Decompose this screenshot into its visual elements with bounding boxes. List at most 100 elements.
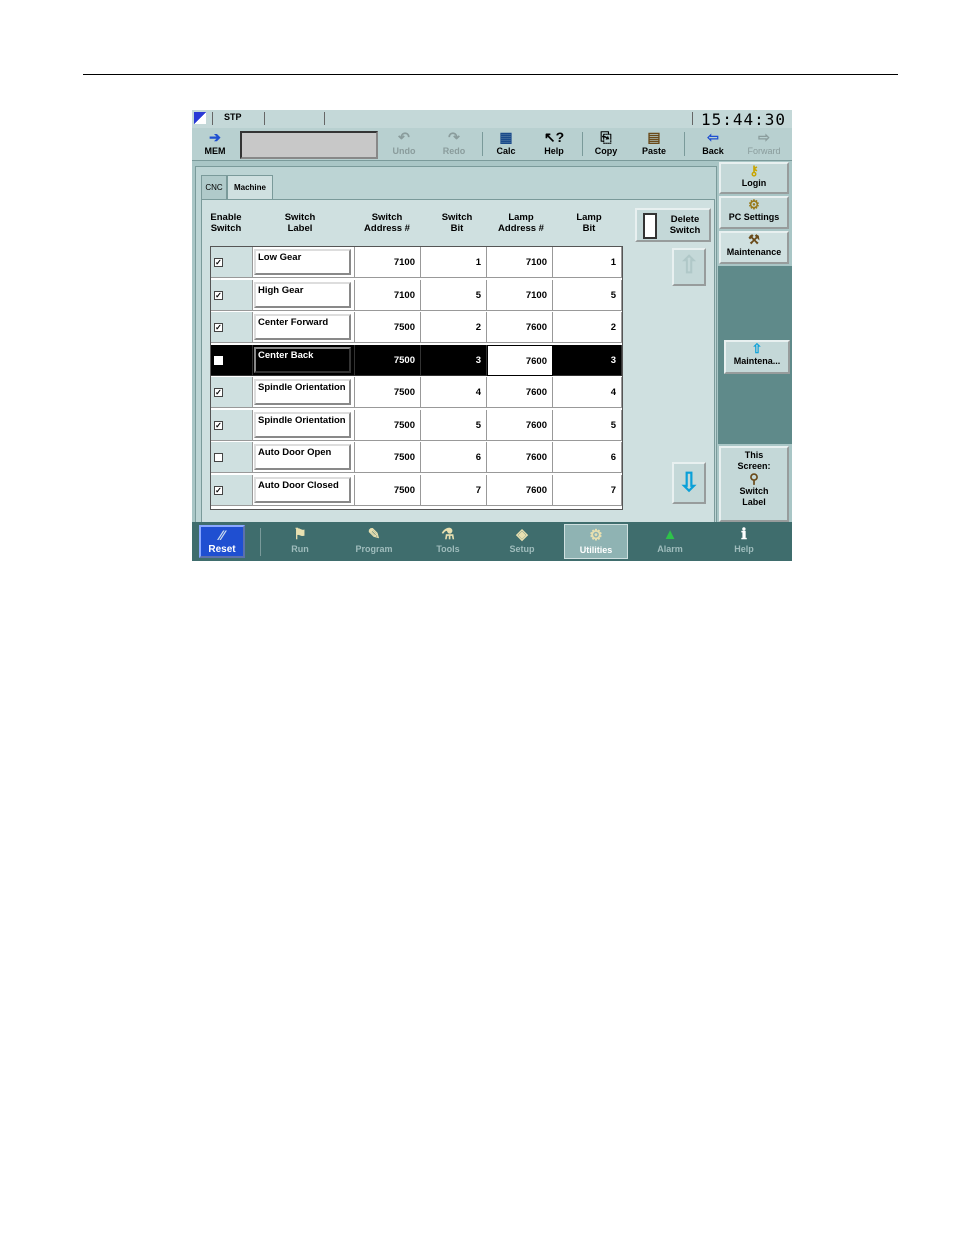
lamp-bit-cell[interactable]: 4 [553,377,622,408]
switch-label-cell[interactable]: Center Forward [253,312,355,343]
nav-item-alarm[interactable]: ▲ Alarm [638,524,702,559]
bit-cell[interactable]: 5 [421,279,487,311]
bit-cell[interactable]: 2 [421,312,487,343]
back-button[interactable]: ⇦ Back [692,129,734,159]
nav-item-tools[interactable]: ⚗ Tools [416,524,480,559]
lamp-address-cell[interactable]: 7600 [487,377,553,408]
address-cell[interactable]: 7500 [355,409,421,441]
enable-checkbox[interactable]: ✓ [214,485,223,495]
login-button[interactable]: ⚷ Login [719,162,789,194]
switch-label-field[interactable]: Low Gear [254,249,351,275]
lamp-bit-cell[interactable]: 3 [553,344,622,376]
switch-label-field[interactable]: Center Back [254,346,351,373]
tab-cnc[interactable]: CNC [201,175,227,200]
table-row[interactable]: ✓ High Gear 7100 5 7100 5 [211,279,622,312]
up-arrow-icon: ⇧ [751,341,763,356]
table-row[interactable]: ✓ Center Forward 7500 2 7600 2 [211,312,622,344]
switch-label-cell[interactable]: High Gear [253,279,355,311]
header-enable-switch: Enable Switch [208,212,244,234]
nav-item-program[interactable]: ✎ Program [342,524,406,559]
maintena-button[interactable]: ⇧ Maintena... [724,340,790,374]
switch-label-cell[interactable]: Auto Door Open [253,442,355,473]
status-divider [212,112,213,125]
bit-cell[interactable]: 4 [421,377,487,408]
address-cell[interactable]: 7100 [355,247,421,278]
nav-item-run[interactable]: ⚑ Run [268,524,332,559]
copy-button[interactable]: ⎘ Copy [586,129,626,159]
enable-checkbox[interactable]: ✓ [214,323,223,332]
bit-cell[interactable]: 1 [421,247,487,278]
reset-button[interactable]: ⁄⁄ Reset [199,525,245,558]
lamp-address-cell[interactable]: 7600 [487,312,553,343]
switch-label-field[interactable]: High Gear [254,281,351,308]
table-row[interactable]: ✓ Spindle Orientation 7500 5 7600 5 [211,409,622,442]
switch-table: ✓ Low Gear 7100 1 7100 1 ✓ High Gear 7100 5 7100 5 ✓… [210,246,623,510]
switch-label-field[interactable]: Auto Door Closed [254,476,351,503]
switch-label-field[interactable]: Auto Door Open [254,444,351,470]
bit-cell[interactable]: 7 [421,474,487,506]
toolbar-divider [582,132,583,156]
lamp-bit-cell[interactable]: 1 [553,247,622,278]
paste-label: Paste [641,146,667,156]
lamp-address-cell[interactable]: 7600 [487,344,553,376]
scroll-up-button[interactable]: ⇧ [672,248,706,286]
lamp-bit-cell[interactable]: 2 [553,312,622,343]
lamp-bit-cell[interactable]: 6 [553,442,622,473]
address-cell[interactable]: 7500 [355,312,421,343]
tab-machine[interactable]: Machine [227,175,273,200]
maintenance-button[interactable]: ⚒ Maintenance [719,231,789,264]
enable-checkbox[interactable]: ✓ [214,388,223,397]
enable-checkbox[interactable] [214,355,223,365]
lamp-bit-cell[interactable]: 7 [553,474,622,506]
nav-item-help[interactable]: ℹ Help [712,524,776,559]
delete-switch-button[interactable]: Delete Switch [635,208,711,242]
tools-icon: ⚒ [748,232,760,247]
undo-button[interactable]: ↶ Undo [384,129,424,159]
switch-label-cell[interactable]: Low Gear [253,247,355,278]
help-label: Help [544,146,564,156]
pc-settings-button[interactable]: ⚙ PC Settings [719,196,789,229]
switch-label-cell[interactable]: Center Back [253,344,355,376]
switch-label-cell[interactable]: Auto Door Closed [253,474,355,506]
calc-button[interactable]: ▦ Calc [486,129,526,159]
table-row[interactable]: ✓ Spindle Orientation 7500 4 7600 4 [211,377,622,409]
enable-checkbox[interactable]: ✓ [214,290,223,300]
mem-button[interactable]: ➔ MEM [198,129,232,159]
address-cell[interactable]: 7500 [355,344,421,376]
table-row[interactable]: ✓ Auto Door Closed 7500 7 7600 7 [211,474,622,507]
lamp-address-cell[interactable]: 7100 [487,247,553,278]
enable-checkbox[interactable] [214,453,223,462]
scroll-down-button[interactable]: ⇩ [672,462,706,504]
enable-checkbox[interactable]: ✓ [214,420,223,430]
toolbar-divider [684,132,685,156]
bit-cell[interactable]: 3 [421,344,487,376]
switch-label-cell[interactable]: Spindle Orientation [253,409,355,441]
switch-label-field[interactable]: Spindle Orientation [254,411,351,438]
table-row[interactable]: ✓ Low Gear 7100 1 7100 1 [211,247,622,279]
table-row[interactable]: Center Back 7500 3 7600 3 [211,344,622,377]
nav-item-setup[interactable]: ◈ Setup [490,524,554,559]
bit-cell[interactable]: 5 [421,409,487,441]
switch-label-field[interactable]: Spindle Orientation [254,379,351,405]
bit-cell[interactable]: 6 [421,442,487,473]
lamp-bit-cell[interactable]: 5 [553,279,622,311]
address-cell[interactable]: 7500 [355,474,421,506]
nav-item-utilities[interactable]: ⚙ Utilities [564,524,628,559]
redo-button[interactable]: ↷ Redo [434,129,474,159]
address-cell[interactable]: 7500 [355,442,421,473]
forward-button[interactable]: ⇨ Forward [740,129,788,159]
address-cell[interactable]: 7100 [355,279,421,311]
help-button[interactable]: ↖? Help [534,129,574,159]
lamp-bit-cell[interactable]: 5 [553,409,622,441]
lamp-address-cell[interactable]: 7600 [487,409,553,441]
lamp-address-cell[interactable]: 7600 [487,474,553,506]
switch-label-cell[interactable]: Spindle Orientation [253,377,355,408]
switch-label-field[interactable]: Center Forward [254,314,351,340]
enable-checkbox[interactable]: ✓ [214,258,223,267]
calc-label: Calc [496,146,516,156]
table-row[interactable]: Auto Door Open 7500 6 7600 6 [211,442,622,474]
address-cell[interactable]: 7500 [355,377,421,408]
lamp-address-cell[interactable]: 7100 [487,279,553,311]
lamp-address-cell[interactable]: 7600 [487,442,553,473]
paste-button[interactable]: ▤ Paste [634,129,674,159]
